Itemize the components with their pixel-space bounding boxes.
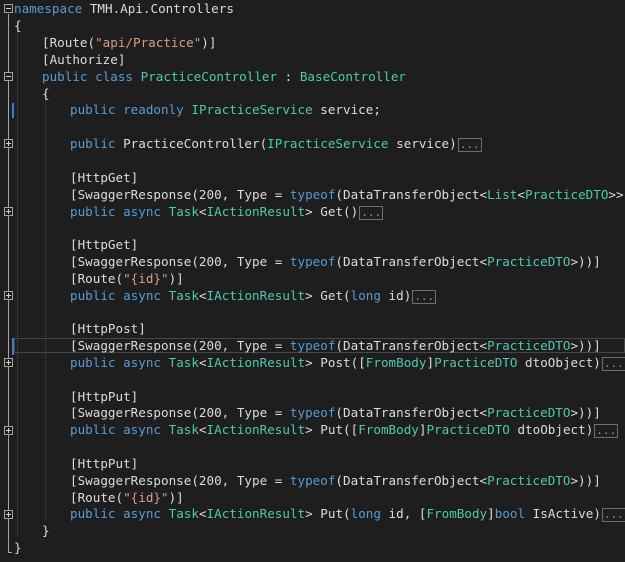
collapse-toggle-icon[interactable] xyxy=(4,4,13,13)
code-line-swagger-attr[interactable]: [SwaggerResponse(200, Type = typeof(Data… xyxy=(70,404,601,421)
code-line-field[interactable]: public readonly IPracticeService service… xyxy=(70,101,381,118)
expand-toggle-icon[interactable] xyxy=(4,139,13,148)
code-line-route-id-attr[interactable]: [Route("{id}")] xyxy=(70,270,184,287)
collapse-toggle-icon[interactable] xyxy=(4,72,13,81)
code-line-httpget-attr[interactable]: [HttpGet] xyxy=(70,236,138,253)
change-indicator-bar xyxy=(12,103,14,118)
code-line-route-id-attr[interactable]: [Route("{id}")] xyxy=(70,489,184,506)
code-line-class-open-brace[interactable]: { xyxy=(42,85,50,102)
code-line-httpput-attr[interactable]: [HttpPut] xyxy=(70,388,138,405)
code-line-httppost-attr[interactable]: [HttpPost] xyxy=(70,320,146,337)
collapsed-region-button[interactable]: ... xyxy=(359,205,384,220)
code-line-swagger-attr[interactable]: [SwaggerResponse(200, Type = typeof(Data… xyxy=(70,337,601,354)
code-line-constructor[interactable]: public PracticeController(IPracticeServi… xyxy=(70,135,482,152)
code-line-swagger-attr[interactable]: [SwaggerResponse(200, Type = typeof(Data… xyxy=(70,186,625,203)
indent-guide xyxy=(45,99,46,519)
expand-toggle-icon[interactable] xyxy=(4,207,13,216)
collapsed-region-button[interactable]: ... xyxy=(412,289,437,304)
expand-toggle-icon[interactable] xyxy=(4,358,13,367)
collapsed-region-button[interactable]: ... xyxy=(601,507,625,522)
code-line-open-brace[interactable]: { xyxy=(14,17,22,34)
code-line-get-method[interactable]: public async Task<IActionResult> Get()..… xyxy=(70,203,384,220)
collapsed-region-button[interactable]: ... xyxy=(457,137,482,152)
indent-guide xyxy=(17,31,18,535)
code-line-swagger-attr[interactable]: [SwaggerResponse(200, Type = typeof(Data… xyxy=(70,472,601,489)
code-line-put-method[interactable]: public async Task<IActionResult> Put([Fr… xyxy=(70,421,619,438)
code-line-class-decl[interactable]: public class PracticeController : BaseCo… xyxy=(42,68,406,85)
code-line-post-method[interactable]: public async Task<IActionResult> Post([F… xyxy=(70,354,625,371)
expand-toggle-icon[interactable] xyxy=(4,291,13,300)
code-line-httpget-attr[interactable]: [HttpGet] xyxy=(70,169,138,186)
code-line-get-by-id-method[interactable]: public async Task<IActionResult> Get(lon… xyxy=(70,287,437,304)
outline-tick xyxy=(8,552,12,553)
expand-toggle-icon[interactable] xyxy=(4,426,13,435)
code-line-authorize-attr[interactable]: [Authorize] xyxy=(42,51,125,68)
code-line-class-close-brace[interactable]: } xyxy=(42,522,50,539)
code-line-namespace[interactable]: namespace TMH.Api.Controllers xyxy=(14,0,234,17)
collapsed-region-button[interactable]: ... xyxy=(594,423,619,438)
code-line-route-attr[interactable]: [Route("api/Practice")] xyxy=(42,34,216,51)
code-line-httpput-attr[interactable]: [HttpPut] xyxy=(70,455,138,472)
outline-line xyxy=(8,14,9,552)
code-line-put-active-method[interactable]: public async Task<IActionResult> Put(lon… xyxy=(70,505,625,522)
code-line-swagger-attr[interactable]: [SwaggerResponse(200, Type = typeof(Data… xyxy=(70,253,601,270)
collapsed-region-button[interactable]: ... xyxy=(601,356,625,371)
code-line-namespace-close-brace[interactable]: } xyxy=(14,539,22,556)
expand-toggle-icon[interactable] xyxy=(4,510,13,519)
code-editor[interactable]: namespace TMH.Api.Controllers { [Route("… xyxy=(0,0,625,562)
